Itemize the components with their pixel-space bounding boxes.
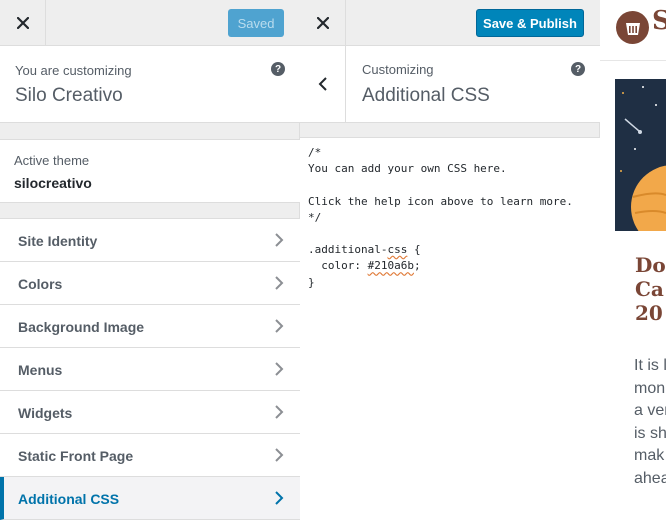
section-colors[interactable]: Colors [0, 262, 300, 305]
excerpt-line: a ver [634, 402, 666, 419]
customizer-main-panel: Saved You are customizing Silo Creativo … [0, 0, 300, 520]
site-preview[interactable]: S Do Ca 20 It is l mon a ve is sh mak ah… [600, 0, 666, 520]
section-list: Site Identity Colors Background Image Me… [0, 218, 300, 520]
code-line: /* [308, 146, 322, 159]
excerpt-line: is sh [634, 424, 666, 442]
close-icon [316, 17, 329, 29]
close-icon [16, 17, 29, 29]
code-text: .additional- [308, 243, 388, 257]
chevron-right-icon [275, 448, 284, 462]
featured-image[interactable] [615, 79, 666, 231]
section-additional-css[interactable]: Additional CSS [0, 477, 300, 520]
active-theme-section: Active theme silocreativo [0, 139, 300, 203]
save-publish-button[interactable]: Save & Publish [476, 9, 584, 37]
customizing-label: You are customizing [15, 63, 132, 78]
post-title-line: Do [635, 253, 666, 277]
chevron-right-icon [275, 319, 284, 333]
help-icon[interactable]: ? [571, 62, 585, 76]
section-menus[interactable]: Menus [0, 348, 300, 391]
help-icon[interactable]: ? [271, 62, 285, 76]
excerpt-line: mon [634, 379, 666, 397]
code-line: } [308, 275, 315, 289]
chevron-right-icon [275, 405, 284, 419]
excerpt-line: ahea [634, 469, 666, 487]
post-title-line: Ca [635, 277, 664, 301]
code-text-flagged: #210a6b [367, 259, 414, 273]
post-title[interactable]: Do Ca 20 [635, 253, 666, 325]
saved-button[interactable]: Saved [228, 9, 284, 37]
section-label: Site Identity [18, 233, 98, 249]
back-button[interactable] [300, 46, 346, 122]
code-text-flagged: css [387, 243, 408, 257]
close-customizer-button[interactable] [0, 0, 46, 46]
section-label: Widgets [18, 405, 73, 421]
code-text: ; [413, 259, 421, 273]
section-label: Colors [18, 276, 63, 292]
close-customizer-button[interactable] [300, 0, 346, 46]
code-line: .additional-css { [308, 242, 592, 258]
code-line: Click the help icon above to learn more. [308, 194, 573, 208]
section-label: Static Front Page [18, 448, 134, 464]
site-logo-text: S [652, 6, 666, 36]
chevron-right-icon [275, 491, 284, 505]
post-excerpt: It is l mon a ver is sh mak ahea [634, 355, 666, 490]
code-line: color: #210a6b; [308, 258, 592, 274]
section-site-identity[interactable]: Site Identity [0, 219, 300, 262]
space-illustration [615, 79, 666, 231]
section-label: Background Image [18, 319, 145, 335]
customizing-info: You are customizing Silo Creativo ? [0, 46, 300, 123]
chevron-right-icon [275, 276, 284, 290]
logo-icon [625, 22, 640, 35]
code-text: color: [308, 259, 368, 273]
excerpt-line: It is l [634, 357, 666, 374]
site-logo[interactable] [616, 11, 649, 44]
excerpt-line: mak [634, 447, 665, 464]
section-static-front-page[interactable]: Static Front Page [0, 434, 300, 477]
section-widgets[interactable]: Widgets [0, 391, 300, 434]
section-background-image[interactable]: Background Image [0, 305, 300, 348]
section-title: Additional CSS [362, 85, 490, 106]
active-theme-name: silocreativo [14, 175, 92, 191]
section-header: Customizing Additional CSS ? [300, 46, 600, 123]
customizer: Saved You are customizing Silo Creativo … [0, 0, 666, 520]
header-divider [600, 60, 666, 61]
site-title: Silo Creativo [15, 85, 123, 106]
section-label: Additional CSS [18, 491, 120, 507]
code-line: */ [308, 210, 322, 224]
chevron-left-icon [318, 77, 327, 91]
panel-header: Save & Publish [300, 0, 600, 46]
post-title-line: 20 [635, 301, 663, 325]
code-text: { [407, 243, 421, 257]
customizing-label: Customizing [362, 62, 434, 77]
additional-css-panel: Save & Publish Customizing Additional CS… [300, 0, 600, 520]
active-theme-label: Active theme [14, 153, 90, 168]
chevron-right-icon [275, 362, 284, 376]
chevron-right-icon [275, 233, 284, 247]
code-line: You can add your own CSS here. [308, 162, 507, 176]
section-label: Menus [18, 362, 63, 378]
panel-header: Saved [0, 0, 300, 46]
css-code-editor[interactable]: /* You can add your own CSS here. Click … [300, 137, 600, 520]
